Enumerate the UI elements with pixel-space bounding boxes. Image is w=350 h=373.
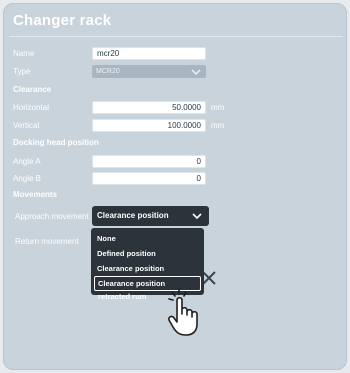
- chevron-down-icon: [191, 69, 201, 76]
- dropdown-option-none[interactable]: None: [94, 231, 201, 246]
- angle-b-input[interactable]: 0: [92, 172, 206, 185]
- type-select: MCR20: [92, 65, 206, 78]
- type-label: Type: [13, 67, 31, 76]
- type-select-value: MCR20: [96, 68, 120, 75]
- horizontal-input[interactable]: 50.0000: [92, 101, 206, 114]
- angle-a-input[interactable]: 0: [92, 155, 206, 168]
- title-divider: [9, 36, 343, 37]
- approach-movement-dropdown: None Defined position Clearance position…: [91, 228, 204, 301]
- name-label: Name: [13, 49, 35, 58]
- clearance-section-heading: Clearance: [13, 85, 52, 94]
- vertical-input[interactable]: 100.0000: [92, 119, 206, 132]
- vertical-unit: mm: [211, 121, 225, 130]
- horizontal-unit: mm: [211, 103, 225, 112]
- approach-movement-label: Approach movement: [15, 212, 89, 221]
- docking-section-heading: Docking head position: [13, 138, 99, 147]
- chevron-down-icon: [192, 213, 202, 220]
- movements-section-heading: Movements: [13, 190, 58, 199]
- panel-title: Changer rack: [13, 12, 112, 29]
- dropdown-option-clearance-position[interactable]: Clearance position: [94, 261, 201, 276]
- angle-b-label: Angle B: [13, 174, 42, 183]
- approach-movement-value: Clearance position: [97, 211, 169, 220]
- vertical-label: Vertical: [13, 121, 40, 130]
- approach-movement-select[interactable]: Clearance position: [92, 206, 209, 226]
- horizontal-label: Horizontal: [13, 103, 50, 112]
- name-input[interactable]: mcr20: [92, 47, 206, 60]
- hand-pointer-icon: [168, 288, 198, 336]
- dropdown-option-defined-position[interactable]: Defined position: [94, 246, 201, 261]
- return-movement-label: Return movement: [15, 237, 79, 246]
- angle-a-label: Angle A: [13, 157, 41, 166]
